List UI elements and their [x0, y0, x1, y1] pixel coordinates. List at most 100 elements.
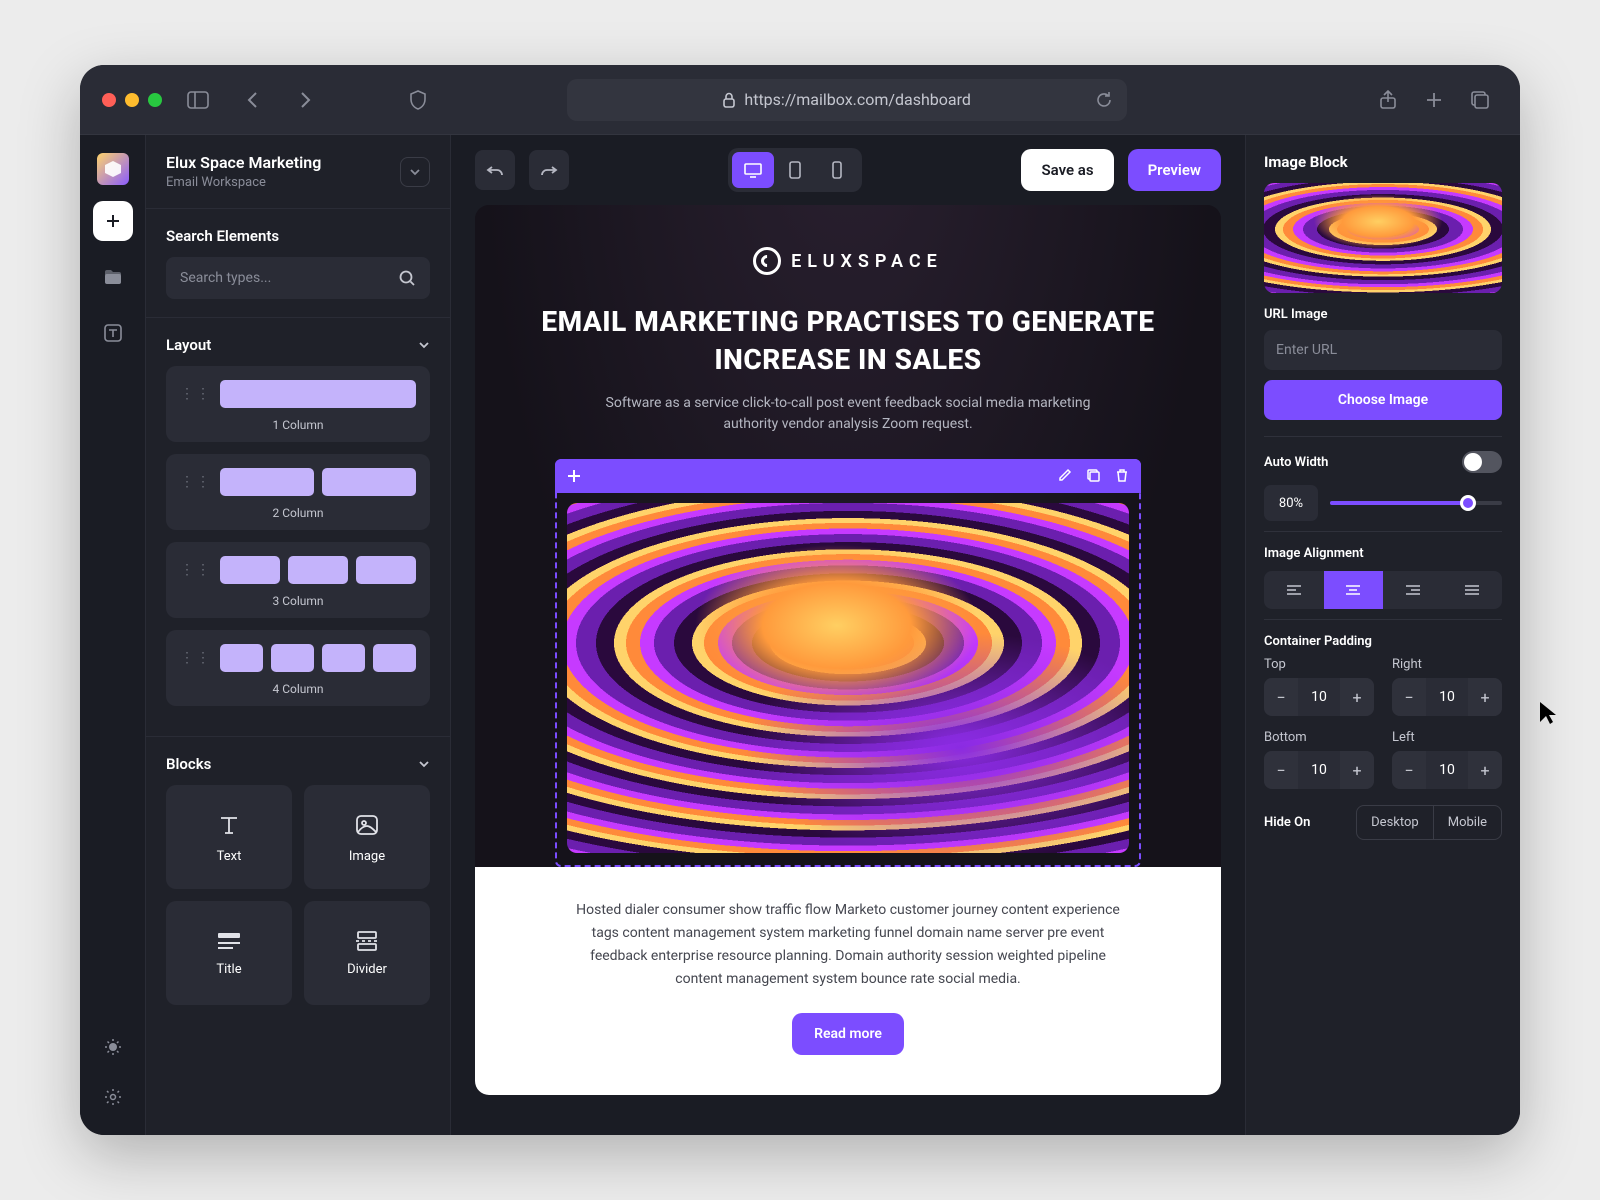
minimize-window-button[interactable] — [125, 93, 139, 107]
layout-2col[interactable]: ⋮⋮ 2 Column — [166, 454, 430, 530]
workspace-dropdown[interactable] — [400, 157, 430, 187]
drag-handle-icon[interactable]: ⋮⋮ — [180, 474, 212, 490]
redo-button[interactable] — [529, 150, 569, 190]
inspector-title: Image Block — [1264, 153, 1502, 171]
brand-logo-icon — [753, 247, 781, 275]
block-divider[interactable]: Divider — [304, 901, 430, 1005]
device-mobile[interactable] — [816, 152, 858, 188]
minus-icon[interactable]: − — [1264, 678, 1298, 716]
auto-width-label: Auto Width — [1264, 455, 1328, 470]
close-window-button[interactable] — [102, 93, 116, 107]
email-body: Hosted dialer consumer show traffic flow… — [568, 899, 1128, 991]
align-center[interactable] — [1324, 571, 1384, 609]
layout-3col[interactable]: ⋮⋮ 3 Column — [166, 542, 430, 618]
email-canvas[interactable]: ELUXSPACE EMAIL MARKETING PRACTISES TO G… — [475, 205, 1221, 1095]
device-desktop[interactable] — [732, 152, 774, 188]
minus-icon[interactable]: − — [1392, 678, 1426, 716]
browser-chrome: https://mailbox.com/dashboard — [80, 65, 1520, 135]
workspace-title: Elux Space Marketing — [166, 153, 321, 172]
plus-icon[interactable]: + — [1468, 678, 1502, 716]
divider-icon — [353, 930, 381, 952]
chevron-down-icon — [409, 168, 421, 176]
width-percent[interactable]: 80% — [1264, 485, 1318, 521]
rail-folder-icon[interactable] — [93, 257, 133, 297]
padding-left-stepper[interactable]: −10+ — [1392, 751, 1502, 789]
undo-button[interactable] — [475, 150, 515, 190]
cursor-icon — [1538, 700, 1558, 726]
rail-settings-icon[interactable] — [93, 1077, 133, 1117]
plus-icon[interactable]: + — [1340, 751, 1374, 789]
address-bar[interactable]: https://mailbox.com/dashboard — [567, 79, 1127, 121]
block-image[interactable]: Image — [304, 785, 430, 889]
auto-width-toggle[interactable] — [1462, 451, 1502, 473]
share-icon[interactable] — [1370, 82, 1406, 118]
choose-image-button[interactable]: Choose Image — [1264, 380, 1502, 420]
rail-theme-icon[interactable] — [93, 1027, 133, 1067]
hero-image[interactable] — [567, 503, 1129, 853]
layout-heading: Layout — [166, 336, 211, 354]
layout-4col[interactable]: ⋮⋮ 4 Column — [166, 630, 430, 706]
app-logo — [97, 153, 129, 185]
alignment-label: Image Alignment — [1264, 546, 1502, 561]
app-window: https://mailbox.com/dashboard — [80, 65, 1520, 1135]
drag-handle-icon[interactable]: ⋮⋮ — [180, 386, 212, 402]
back-button[interactable] — [234, 82, 270, 118]
alignment-segment — [1264, 571, 1502, 609]
padding-right-stepper[interactable]: −10+ — [1392, 678, 1502, 716]
block-title[interactable]: Title — [166, 901, 292, 1005]
device-preview-segment — [728, 148, 862, 192]
duplicate-icon[interactable] — [1086, 468, 1101, 483]
cta-button[interactable]: Read more — [792, 1013, 904, 1055]
image-thumbnail[interactable] — [1264, 183, 1502, 293]
sidebar-toggle-icon[interactable] — [180, 82, 216, 118]
forward-button[interactable] — [288, 82, 324, 118]
rail-text-icon[interactable] — [93, 313, 133, 353]
edit-icon[interactable] — [1057, 468, 1072, 483]
align-right[interactable] — [1383, 571, 1443, 609]
padding-top-stepper[interactable]: −10+ — [1264, 678, 1374, 716]
left-sidebar: Elux Space Marketing Email Workspace Sea… — [146, 135, 451, 1135]
padding-title: Container Padding — [1264, 634, 1502, 649]
hide-on-segment: Desktop Mobile — [1356, 805, 1502, 840]
blocks-heading: Blocks — [166, 755, 211, 773]
search-placeholder: Search types... — [180, 270, 271, 286]
search-heading: Search Elements — [166, 227, 430, 245]
shield-icon[interactable] — [400, 82, 436, 118]
block-text[interactable]: Text — [166, 785, 292, 889]
search-input[interactable]: Search types... — [166, 257, 430, 299]
refresh-icon[interactable] — [1095, 91, 1113, 109]
layout-1col[interactable]: ⋮⋮ 1 Column — [166, 366, 430, 442]
minus-icon[interactable]: − — [1392, 751, 1426, 789]
email-subheadline: Software as a service click-to-call post… — [588, 393, 1108, 435]
email-brand: ELUXSPACE — [535, 247, 1161, 275]
drag-handle-icon[interactable]: ⋮⋮ — [180, 650, 212, 666]
align-justify[interactable] — [1443, 571, 1503, 609]
title-icon — [215, 930, 243, 952]
align-left[interactable] — [1264, 571, 1324, 609]
chevron-down-icon[interactable] — [418, 341, 430, 349]
hide-mobile[interactable]: Mobile — [1433, 806, 1501, 839]
device-tablet[interactable] — [774, 152, 816, 188]
hide-desktop[interactable]: Desktop — [1357, 806, 1433, 839]
padding-bottom-stepper[interactable]: −10+ — [1264, 751, 1374, 789]
nav-rail — [80, 135, 146, 1135]
width-slider[interactable] — [1330, 501, 1502, 505]
tabs-icon[interactable] — [1462, 82, 1498, 118]
rail-add-button[interactable] — [93, 201, 133, 241]
add-icon[interactable] — [567, 469, 581, 483]
minus-icon[interactable]: − — [1264, 751, 1298, 789]
url-text: https://mailbox.com/dashboard — [744, 90, 971, 109]
drag-handle-icon[interactable]: ⋮⋮ — [180, 562, 212, 578]
url-input[interactable]: Enter URL — [1264, 330, 1502, 370]
canvas-area: Save as Preview ELUXSPACE EMAIL MARKETIN… — [451, 135, 1245, 1135]
selected-image-block[interactable] — [555, 459, 1141, 867]
workspace-subtitle: Email Workspace — [166, 175, 321, 190]
chevron-down-icon[interactable] — [418, 760, 430, 768]
new-tab-icon[interactable] — [1416, 82, 1452, 118]
plus-icon[interactable]: + — [1340, 678, 1374, 716]
save-button[interactable]: Save as — [1021, 149, 1113, 191]
maximize-window-button[interactable] — [148, 93, 162, 107]
delete-icon[interactable] — [1115, 468, 1129, 483]
plus-icon[interactable]: + — [1468, 751, 1502, 789]
preview-button[interactable]: Preview — [1128, 149, 1221, 191]
